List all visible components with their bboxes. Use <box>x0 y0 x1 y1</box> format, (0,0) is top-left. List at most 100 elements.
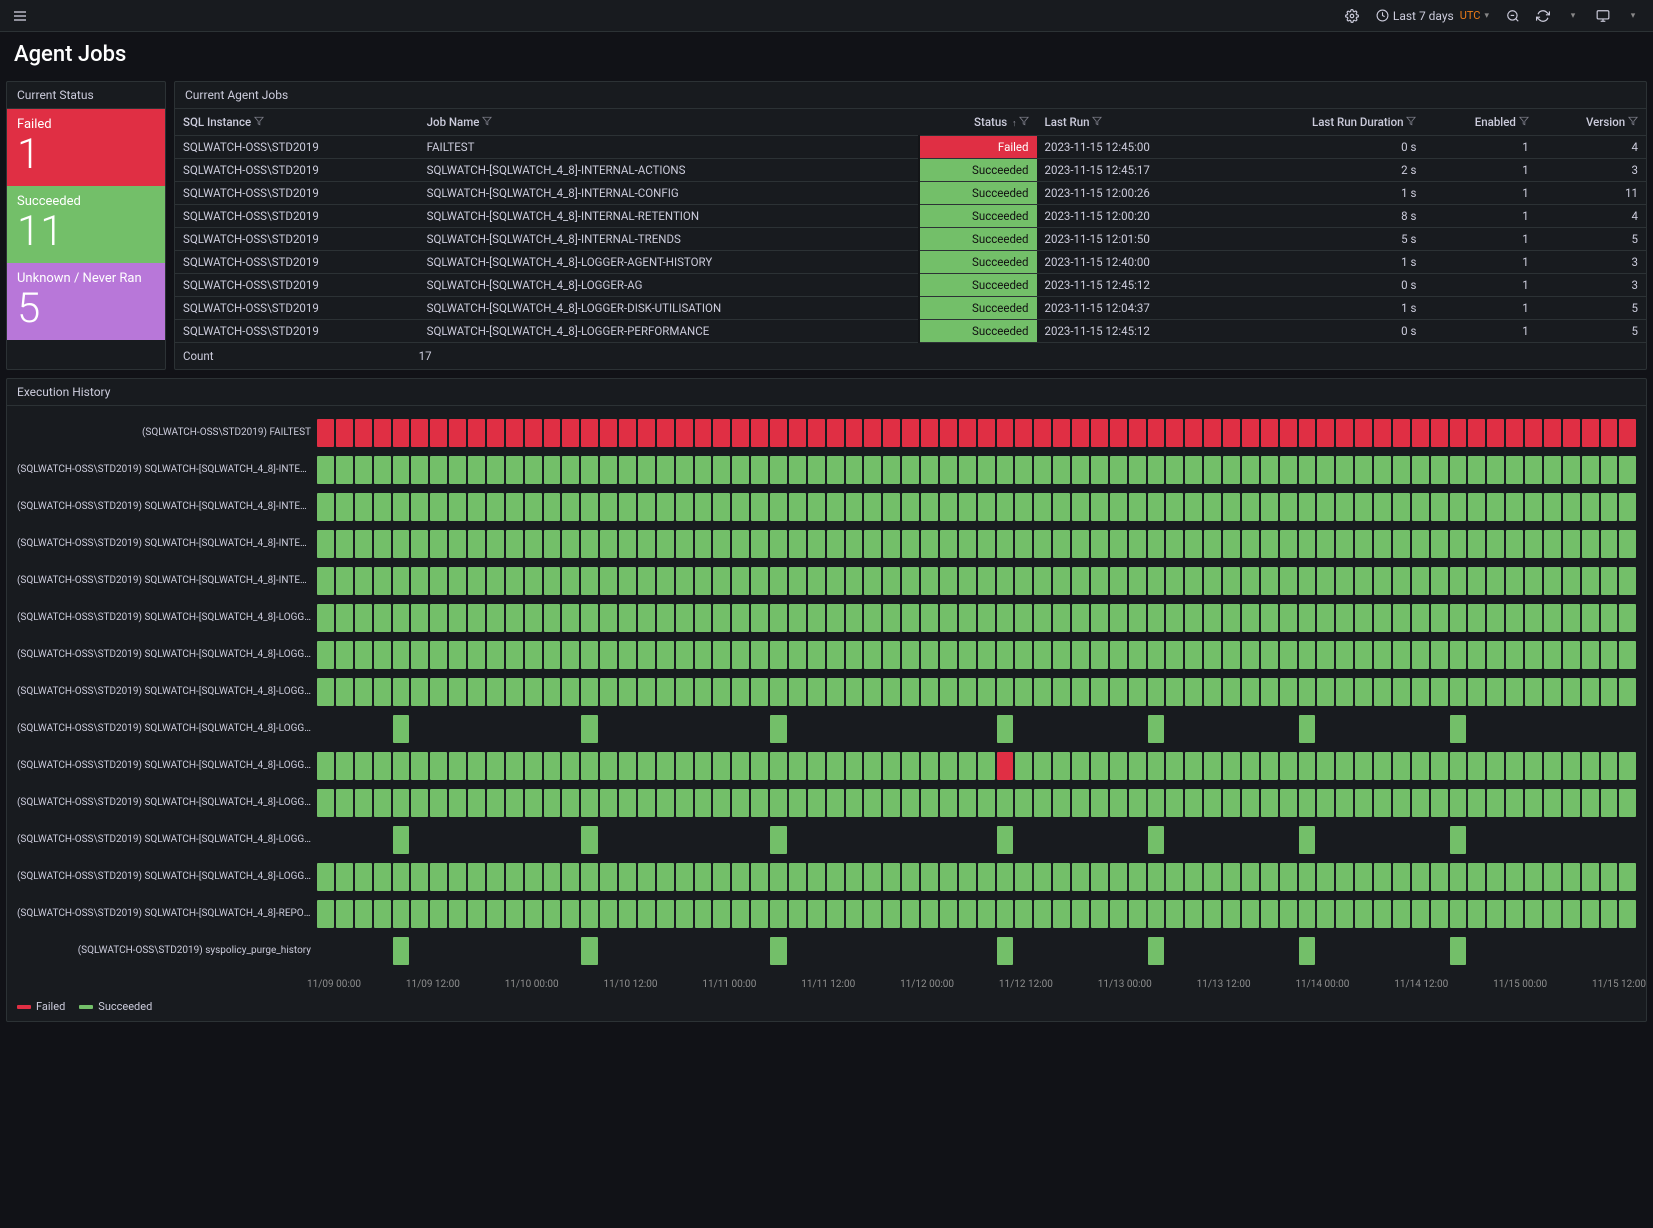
filter-icon[interactable] <box>254 115 264 125</box>
exec-cell <box>1506 419 1523 447</box>
exec-cell <box>487 752 504 780</box>
exec-cell <box>902 530 919 558</box>
cell-job-name: FAILTEST <box>419 136 919 159</box>
col-last-run[interactable]: Last Run <box>1037 109 1232 136</box>
exec-cell <box>1544 789 1561 817</box>
exec-track[interactable] <box>317 530 1636 558</box>
exec-cell <box>1336 493 1353 521</box>
table-row[interactable]: SQLWATCH-OSS\STD2019SQLWATCH-[SQLWATCH_4… <box>175 320 1646 343</box>
exec-cell <box>1450 678 1467 706</box>
table-row[interactable]: SQLWATCH-OSS\STD2019SQLWATCH-[SQLWATCH_4… <box>175 274 1646 297</box>
exec-track[interactable] <box>317 419 1636 447</box>
exec-cell <box>1393 863 1410 891</box>
monitor-chevron[interactable]: ▾ <box>1621 4 1645 28</box>
menu-icon[interactable] <box>8 4 32 28</box>
status-tile[interactable]: Succeeded11 <box>7 186 165 263</box>
exec-cell <box>1034 752 1051 780</box>
col-enabled[interactable]: Enabled <box>1424 109 1536 136</box>
exec-row-label: (SQLWATCH-OSS\STD2019) FAILTEST <box>17 427 317 438</box>
exec-cell <box>695 530 712 558</box>
col-sql-instance[interactable]: SQL Instance <box>175 109 419 136</box>
exec-cell <box>638 604 655 632</box>
exec-cell <box>1355 456 1372 484</box>
monitor-icon[interactable] <box>1591 4 1615 28</box>
exec-track[interactable] <box>317 752 1636 780</box>
exec-cell <box>487 419 504 447</box>
exec-cell <box>506 493 523 521</box>
table-row[interactable]: SQLWATCH-OSS\STD2019FAILTESTFailed2023-1… <box>175 136 1646 159</box>
exec-cell <box>1431 678 1448 706</box>
exec-track[interactable] <box>317 900 1636 928</box>
exec-cell <box>864 789 881 817</box>
exec-cell <box>1072 530 1089 558</box>
filter-icon[interactable] <box>1519 115 1529 125</box>
exec-cell <box>374 900 391 928</box>
legend-failed[interactable]: Failed <box>17 1000 65 1013</box>
table-row[interactable]: SQLWATCH-OSS\STD2019SQLWATCH-[SQLWATCH_4… <box>175 228 1646 251</box>
time-range-picker[interactable]: Last 7 days UTC ▾ <box>1370 4 1495 28</box>
table-row[interactable]: SQLWATCH-OSS\STD2019SQLWATCH-[SQLWATCH_4… <box>175 297 1646 320</box>
zoom-out-icon[interactable] <box>1501 4 1525 28</box>
exec-cell <box>1431 826 1448 854</box>
filter-icon[interactable] <box>1406 115 1416 125</box>
exec-track[interactable] <box>317 937 1636 965</box>
exec-cell <box>1110 900 1127 928</box>
exec-cell <box>1166 567 1183 595</box>
exec-cell <box>770 419 787 447</box>
exec-cell <box>751 456 768 484</box>
table-row[interactable]: SQLWATCH-OSS\STD2019SQLWATCH-[SQLWATCH_4… <box>175 205 1646 228</box>
exec-cell <box>657 641 674 669</box>
axis-tick: 11/13 00:00 <box>1098 979 1152 990</box>
table-row[interactable]: SQLWATCH-OSS\STD2019SQLWATCH-[SQLWATCH_4… <box>175 251 1646 274</box>
exec-track[interactable] <box>317 604 1636 632</box>
status-tile[interactable]: Failed1 <box>7 109 165 186</box>
exec-track[interactable] <box>317 789 1636 817</box>
col-status[interactable]: Status ↑ <box>919 109 1037 136</box>
exec-track[interactable] <box>317 641 1636 669</box>
exec-cell <box>1185 826 1202 854</box>
footer-count: 17 <box>419 343 919 370</box>
exec-cell <box>1431 900 1448 928</box>
exec-cell <box>393 863 410 891</box>
table-row[interactable]: SQLWATCH-OSS\STD2019SQLWATCH-[SQLWATCH_4… <box>175 159 1646 182</box>
exec-cell <box>1204 604 1221 632</box>
filter-icon[interactable] <box>482 115 492 125</box>
exec-cell <box>695 863 712 891</box>
table-row[interactable]: SQLWATCH-OSS\STD2019SQLWATCH-[SQLWATCH_4… <box>175 182 1646 205</box>
exec-cell <box>1336 530 1353 558</box>
exec-track[interactable] <box>317 863 1636 891</box>
exec-cell <box>1450 752 1467 780</box>
exec-cell <box>789 863 806 891</box>
exec-cell <box>525 678 542 706</box>
exec-row: (SQLWATCH-OSS\STD2019) SQLWATCH-[SQLWATC… <box>17 858 1636 895</box>
refresh-interval-chevron[interactable]: ▾ <box>1561 4 1585 28</box>
exec-track[interactable] <box>317 826 1636 854</box>
exec-cell <box>1129 715 1146 743</box>
exec-cell <box>1450 900 1467 928</box>
exec-cell <box>657 604 674 632</box>
refresh-icon[interactable] <box>1531 4 1555 28</box>
cell-status: Succeeded <box>919 320 1037 343</box>
status-tile[interactable]: Unknown / Never Ran5 <box>7 263 165 340</box>
exec-cell <box>487 567 504 595</box>
settings-icon[interactable] <box>1340 4 1364 28</box>
col-version[interactable]: Version <box>1537 109 1646 136</box>
filter-icon[interactable] <box>1092 115 1102 125</box>
exec-track[interactable] <box>317 715 1636 743</box>
cell-enabled: 1 <box>1424 159 1536 182</box>
exec-cell <box>1412 937 1429 965</box>
filter-icon[interactable] <box>1019 115 1029 125</box>
col-job-name[interactable]: Job Name <box>419 109 919 136</box>
exec-cell <box>1525 456 1542 484</box>
exec-track[interactable] <box>317 493 1636 521</box>
legend-succeeded[interactable]: Succeeded <box>79 1000 152 1013</box>
exec-track[interactable] <box>317 567 1636 595</box>
exec-cell <box>1412 456 1429 484</box>
exec-cell <box>732 863 749 891</box>
filter-icon[interactable] <box>1628 115 1638 125</box>
exec-cell <box>430 715 447 743</box>
exec-track[interactable] <box>317 456 1636 484</box>
exec-cell <box>506 456 523 484</box>
exec-track[interactable] <box>317 678 1636 706</box>
col-last-run-duration[interactable]: Last Run Duration <box>1231 109 1424 136</box>
